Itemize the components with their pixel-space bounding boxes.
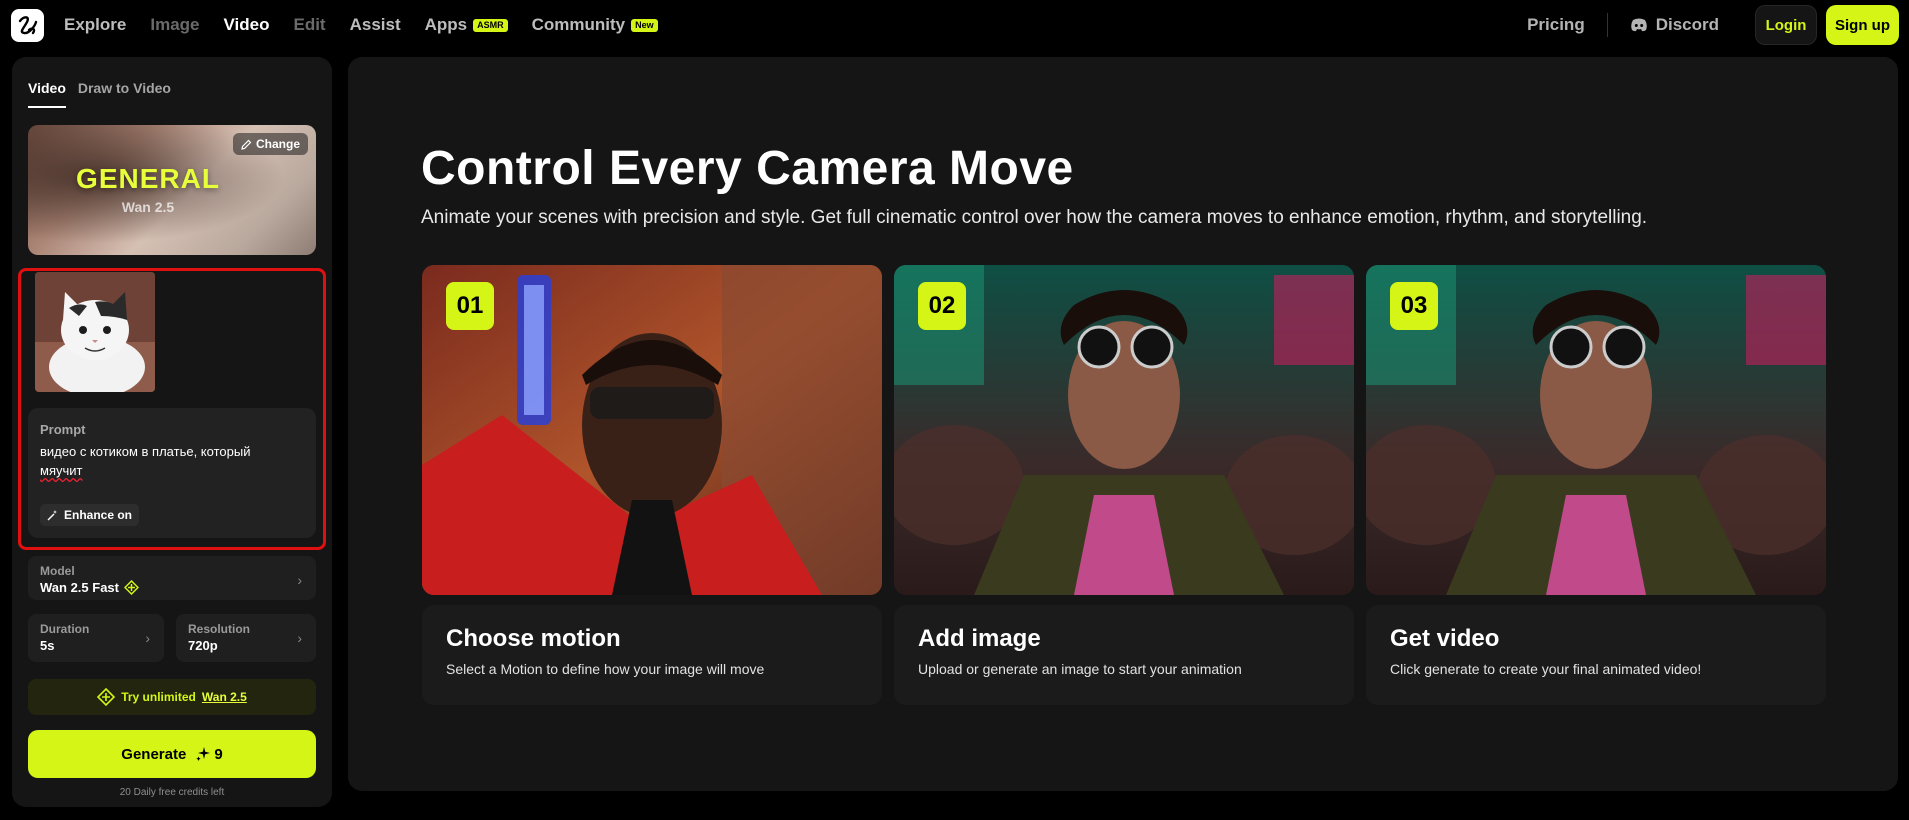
new-badge: New [631,18,658,32]
nav-image-label: Image [150,15,200,34]
discord-label: Discord [1655,15,1719,34]
step-title: Choose motion [446,625,621,652]
credits-left-text: 20 Daily free credits left [119,787,225,798]
duration-selector[interactable]: Duration 5s › [28,614,164,662]
sparkle-icon [196,747,211,761]
generation-panel: Video Draw to Video GENERAL Wan 2.5 Chan… [12,57,332,807]
nav-divider [1606,13,1608,37]
asmr-badge: ASMR [473,18,508,32]
nav-assist-label: Assist [349,15,401,34]
step-number: 03 [1390,282,1438,330]
pricing-link[interactable]: Pricing [1527,15,1585,35]
step-card-choose-motion[interactable]: 01 Choose motion Select a Motion to defi… [422,265,882,715]
step-image: 01 [422,265,882,595]
nav-image[interactable]: Image [150,15,199,35]
top-nav: Explore Image Video Edit Assist Apps ASM… [0,0,1909,50]
main-content: Control Every Camera Move Animate your s… [348,57,1898,791]
model-card-subtitle: Wan 2.5 [121,199,175,215]
model-value-text: Wan 2.5 Fast [40,580,119,595]
right-nav: Pricing Discord Login Sign up [1527,0,1899,50]
step-description: Select a Motion to define how your image… [446,661,765,677]
step-info: Get video Click generate to create your … [1366,605,1826,705]
nav-video-label: Video [223,15,270,34]
panel-tabs: Video Draw to Video [28,80,171,108]
app-logo-icon[interactable] [11,9,44,42]
duration-value: 5s [40,638,55,653]
step-number: 01 [446,282,494,330]
step-image: 03 [1366,265,1826,595]
step-number: 02 [918,282,966,330]
chevron-right-icon: › [145,630,150,646]
model-selector[interactable]: Model Wan 2.5 Fast › [28,556,316,600]
generate-button[interactable]: Generate 9 [28,730,316,778]
try-unlimited-text: Try unlimited [121,690,196,704]
wan-logo-icon [123,580,139,595]
duration-label: Duration [40,622,90,636]
nav-community[interactable]: Community New [532,15,658,35]
change-model-button[interactable]: Change [232,133,308,155]
step-card-get-video[interactable]: 03 Get video Click generate to create yo… [1366,265,1826,715]
nav-video[interactable]: Video [224,15,270,35]
step-title: Add image [918,625,1041,652]
step-title: Get video [1390,625,1500,652]
discord-link[interactable]: Discord [1630,15,1719,35]
nav-edit-label: Edit [293,15,326,34]
resolution-value: 720p [188,638,218,653]
prompt-label: Prompt [40,422,86,437]
generate-label: Generate [121,745,187,763]
nav-assist[interactable]: Assist [350,15,401,35]
enhance-label: Enhance on [64,508,133,522]
nav-explore[interactable]: Explore [64,15,126,35]
main-nav: Explore Image Video Edit Assist Apps ASM… [64,0,658,50]
step-description: Click generate to create your final anim… [1390,661,1702,677]
step-card-add-image[interactable]: 02 Add image Upload or generate an image… [894,265,1354,715]
step-info: Choose motion Select a Motion to define … [422,605,882,705]
step-image: 02 [894,265,1354,595]
prompt-input[interactable]: видео с котиком в платье, который мяучит [40,442,290,480]
chevron-right-icon: › [297,630,302,646]
chevron-right-icon: › [297,572,302,588]
wan-logo-icon [97,688,116,706]
uploaded-image-thumbnail[interactable] [35,272,155,392]
page-subtitle: Animate your scenes with precision and s… [421,207,1648,228]
discord-icon [1630,18,1647,32]
prompt-box[interactable]: Prompt видео с котиком в платье, который… [28,408,316,538]
login-button[interactable]: Login [1755,5,1817,45]
enhance-toggle[interactable]: Enhance on [40,504,140,526]
model-value: Wan 2.5 Fast [40,580,139,595]
try-unlimited-link[interactable]: Wan 2.5 [202,690,247,704]
nav-explore-label: Explore [64,15,127,34]
page-title: Control Every Camera Move [421,142,1074,195]
nav-edit[interactable]: Edit [293,15,325,35]
generate-cost: 9 [196,745,223,763]
nav-community-label: Community [531,15,626,34]
generate-cost-value: 9 [214,745,223,763]
step-description: Upload or generate an image to start you… [918,661,1242,677]
try-unlimited-banner[interactable]: Try unlimited Wan 2.5 [28,679,316,715]
prompt-text-line1: видео с котиком в платье, который [40,444,251,459]
model-label: Model [40,564,75,578]
tab-draw-to-video[interactable]: Draw to Video [78,80,171,108]
nav-apps[interactable]: Apps ASMR [425,15,508,35]
pencil-icon [241,139,252,150]
change-label: Change [255,137,300,151]
prompt-text-line2: мяучит [40,463,83,478]
model-card-title: GENERAL [76,163,220,194]
model-preset-card[interactable]: GENERAL Wan 2.5 Change [28,125,316,255]
resolution-label: Resolution [188,622,250,636]
tab-video[interactable]: Video [28,80,66,108]
signup-button[interactable]: Sign up [1826,5,1899,45]
magic-wand-icon [47,510,57,521]
nav-apps-label: Apps [424,15,468,34]
step-info: Add image Upload or generate an image to… [894,605,1354,705]
resolution-selector[interactable]: Resolution 720p › [176,614,316,662]
